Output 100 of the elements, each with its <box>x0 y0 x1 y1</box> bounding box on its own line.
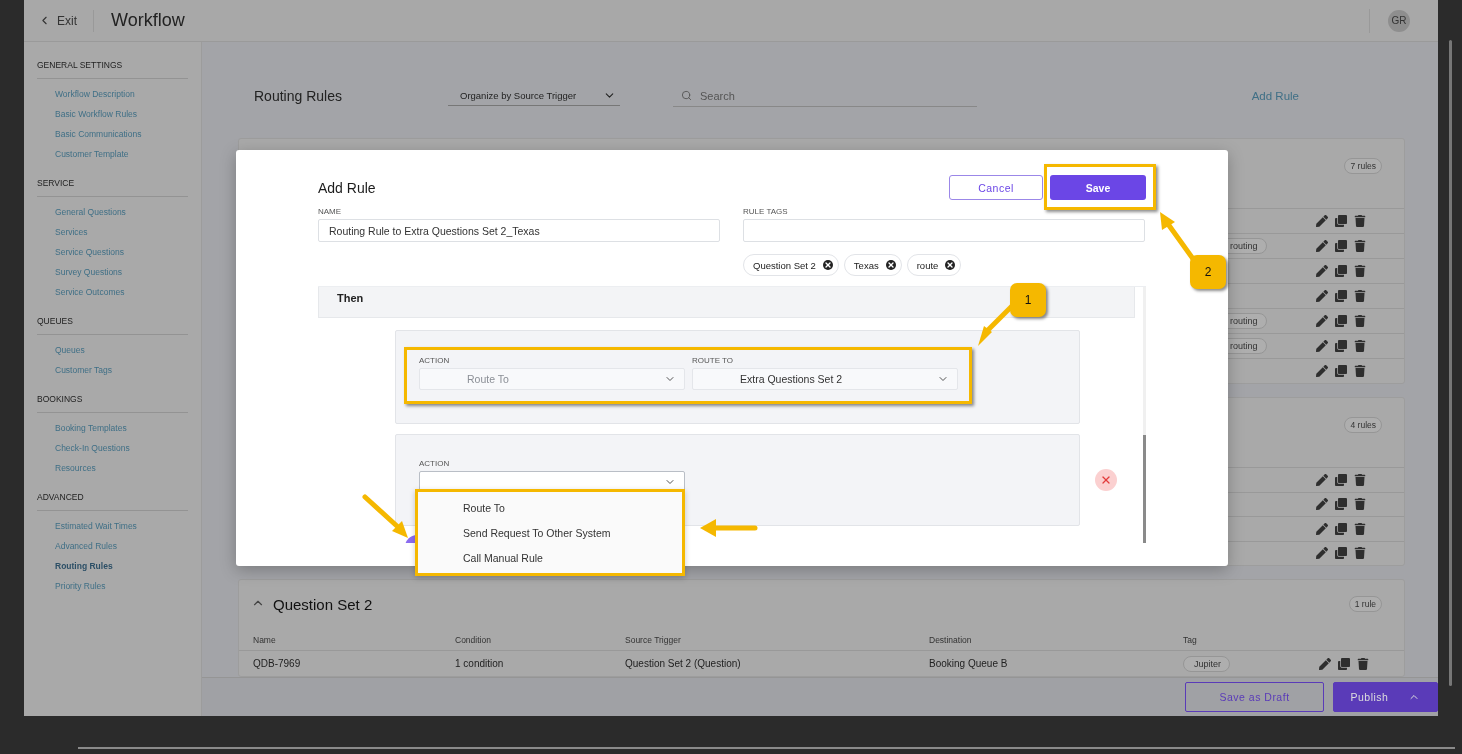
publish-button[interactable]: Publish <box>1333 682 1438 712</box>
dialog-title: Add Rule <box>318 179 377 196</box>
add-rule-link[interactable]: Add Rule <box>1251 90 1299 102</box>
copy-icon[interactable] <box>1335 290 1347 302</box>
trash-icon[interactable] <box>1354 498 1366 511</box>
table-cell-text: Question Set 2 (Question) <box>625 658 742 669</box>
column-header: Source Trigger <box>625 635 682 645</box>
table-cell-text: 1 condition <box>455 658 505 669</box>
group-title: Question Set 2 <box>273 596 374 613</box>
sidebar-item[interactable]: Advanced Rules <box>37 536 188 556</box>
copy-icon[interactable] <box>1335 473 1347 486</box>
trash-icon[interactable] <box>1354 473 1366 486</box>
edit-icon[interactable] <box>1316 265 1328 277</box>
select-field[interactable]: Extra Questions Set 2 <box>692 368 958 390</box>
column-header: Tag <box>1183 635 1198 645</box>
sidebar-item[interactable]: Queues <box>37 340 188 360</box>
remove-icon[interactable] <box>945 260 956 270</box>
section-heading: ADVANCED <box>37 492 188 511</box>
trash-icon[interactable] <box>1354 290 1366 302</box>
sidebar-item[interactable]: Estimated Wait Times <box>37 516 188 536</box>
sidebar-item[interactable]: Booking Templates <box>37 418 188 438</box>
copy-icon[interactable] <box>1335 340 1347 352</box>
section-heading: SERVICE <box>37 178 188 197</box>
exit-link[interactable]: Exit <box>38 9 94 32</box>
copy-icon[interactable] <box>1335 498 1347 511</box>
copy-icon[interactable] <box>1335 315 1347 327</box>
edit-icon[interactable] <box>1316 473 1328 486</box>
sidebar-item[interactable]: Service Outcomes <box>37 282 188 302</box>
table-cell-text: QDB-7969 <box>253 658 302 669</box>
menu-item[interactable]: Call Manual Rule <box>418 545 682 570</box>
edit-icon[interactable] <box>1316 290 1328 302</box>
rule-count-badge: 4 rules <box>1344 417 1382 433</box>
remove-button[interactable] <box>1095 469 1117 491</box>
arrow-annotation <box>700 519 758 537</box>
table-cell-text: Booking Queue B <box>929 658 1009 669</box>
sidebar-item[interactable]: Basic Workflow Rules <box>37 104 188 124</box>
remove-icon[interactable] <box>822 260 833 270</box>
trash-icon[interactable] <box>1354 215 1366 227</box>
step-callout: 1 <box>1010 283 1046 317</box>
edit-icon[interactable] <box>1316 315 1328 327</box>
field-label: ACTION <box>419 459 451 468</box>
sidebar-item[interactable]: Service Questions <box>37 242 188 262</box>
copy-icon[interactable] <box>1335 522 1347 535</box>
sidebar-item[interactable]: Customer Tags <box>37 360 188 380</box>
search-field[interactable]: Search <box>673 85 977 107</box>
sidebar-item[interactable]: Resources <box>37 458 188 478</box>
menu-item[interactable]: Send Request To Other System <box>418 520 682 545</box>
edit-icon[interactable] <box>1319 657 1331 670</box>
copy-icon[interactable] <box>1335 365 1347 377</box>
column-header: Name <box>253 635 277 645</box>
remove-icon[interactable] <box>885 260 896 270</box>
sidebar-item[interactable]: Customer Template <box>37 144 188 164</box>
cancel-button[interactable]: Cancel <box>949 175 1043 200</box>
field-label: NAME <box>318 207 343 216</box>
search-icon <box>681 90 692 101</box>
trash-icon[interactable] <box>1354 547 1366 560</box>
edit-icon[interactable] <box>1316 365 1328 377</box>
organize-select[interactable]: Organize by Source Trigger <box>448 86 620 106</box>
sidebar-item[interactable]: Routing Rules <box>37 556 188 576</box>
sidebar-item[interactable]: Check-In Questions <box>37 438 188 458</box>
edit-icon[interactable] <box>1316 340 1328 352</box>
sidebar-item[interactable]: General Questions <box>37 202 188 222</box>
scrollbar[interactable] <box>78 747 1455 749</box>
trash-icon[interactable] <box>1354 240 1366 252</box>
save-draft-button[interactable]: Save as Draft <box>1185 682 1324 712</box>
edit-icon[interactable] <box>1316 240 1328 252</box>
edit-icon[interactable] <box>1316 498 1328 511</box>
section-title: Routing Rules <box>254 88 343 104</box>
menu-item[interactable]: Route To <box>418 495 682 520</box>
close-icon <box>1100 474 1112 486</box>
sidebar-item[interactable]: Priority Rules <box>37 576 188 596</box>
trash-icon[interactable] <box>1354 340 1366 352</box>
copy-icon[interactable] <box>1335 240 1347 252</box>
trash-icon[interactable] <box>1354 522 1366 535</box>
page-title: Workflow <box>111 10 186 31</box>
rule-count-badge: 7 rules <box>1344 158 1382 174</box>
scrollbar[interactable] <box>1143 287 1146 543</box>
sidebar-item[interactable]: Survey Questions <box>37 262 188 282</box>
edit-icon[interactable] <box>1316 215 1328 227</box>
sidebar-item[interactable]: Services <box>37 222 188 242</box>
rule-count-badge: 1 rule <box>1348 596 1382 612</box>
sidebar-item[interactable]: Basic Communications <box>37 124 188 144</box>
save-button[interactable]: Save <box>1050 175 1146 200</box>
field-label: ACTION <box>419 356 451 365</box>
copy-icon[interactable] <box>1338 657 1350 670</box>
tag-chip: Jupiter <box>1183 655 1230 672</box>
scrollbar[interactable] <box>1448 40 1452 686</box>
copy-icon[interactable] <box>1335 547 1347 560</box>
sidebar-item[interactable]: Workflow Description <box>37 84 188 104</box>
name-input[interactable]: Routing Rule to Extra Questions Set 2_Texas <box>318 219 720 242</box>
trash-icon[interactable] <box>1354 265 1366 277</box>
edit-icon[interactable] <box>1316 547 1328 560</box>
column-header: Destination <box>929 635 973 645</box>
copy-icon[interactable] <box>1335 215 1347 227</box>
trash-icon[interactable] <box>1354 315 1366 327</box>
user-avatar[interactable]: GR <box>1388 9 1410 32</box>
trash-icon[interactable] <box>1354 365 1366 377</box>
edit-icon[interactable] <box>1316 522 1328 535</box>
copy-icon[interactable] <box>1335 265 1347 277</box>
trash-icon[interactable] <box>1357 657 1369 670</box>
